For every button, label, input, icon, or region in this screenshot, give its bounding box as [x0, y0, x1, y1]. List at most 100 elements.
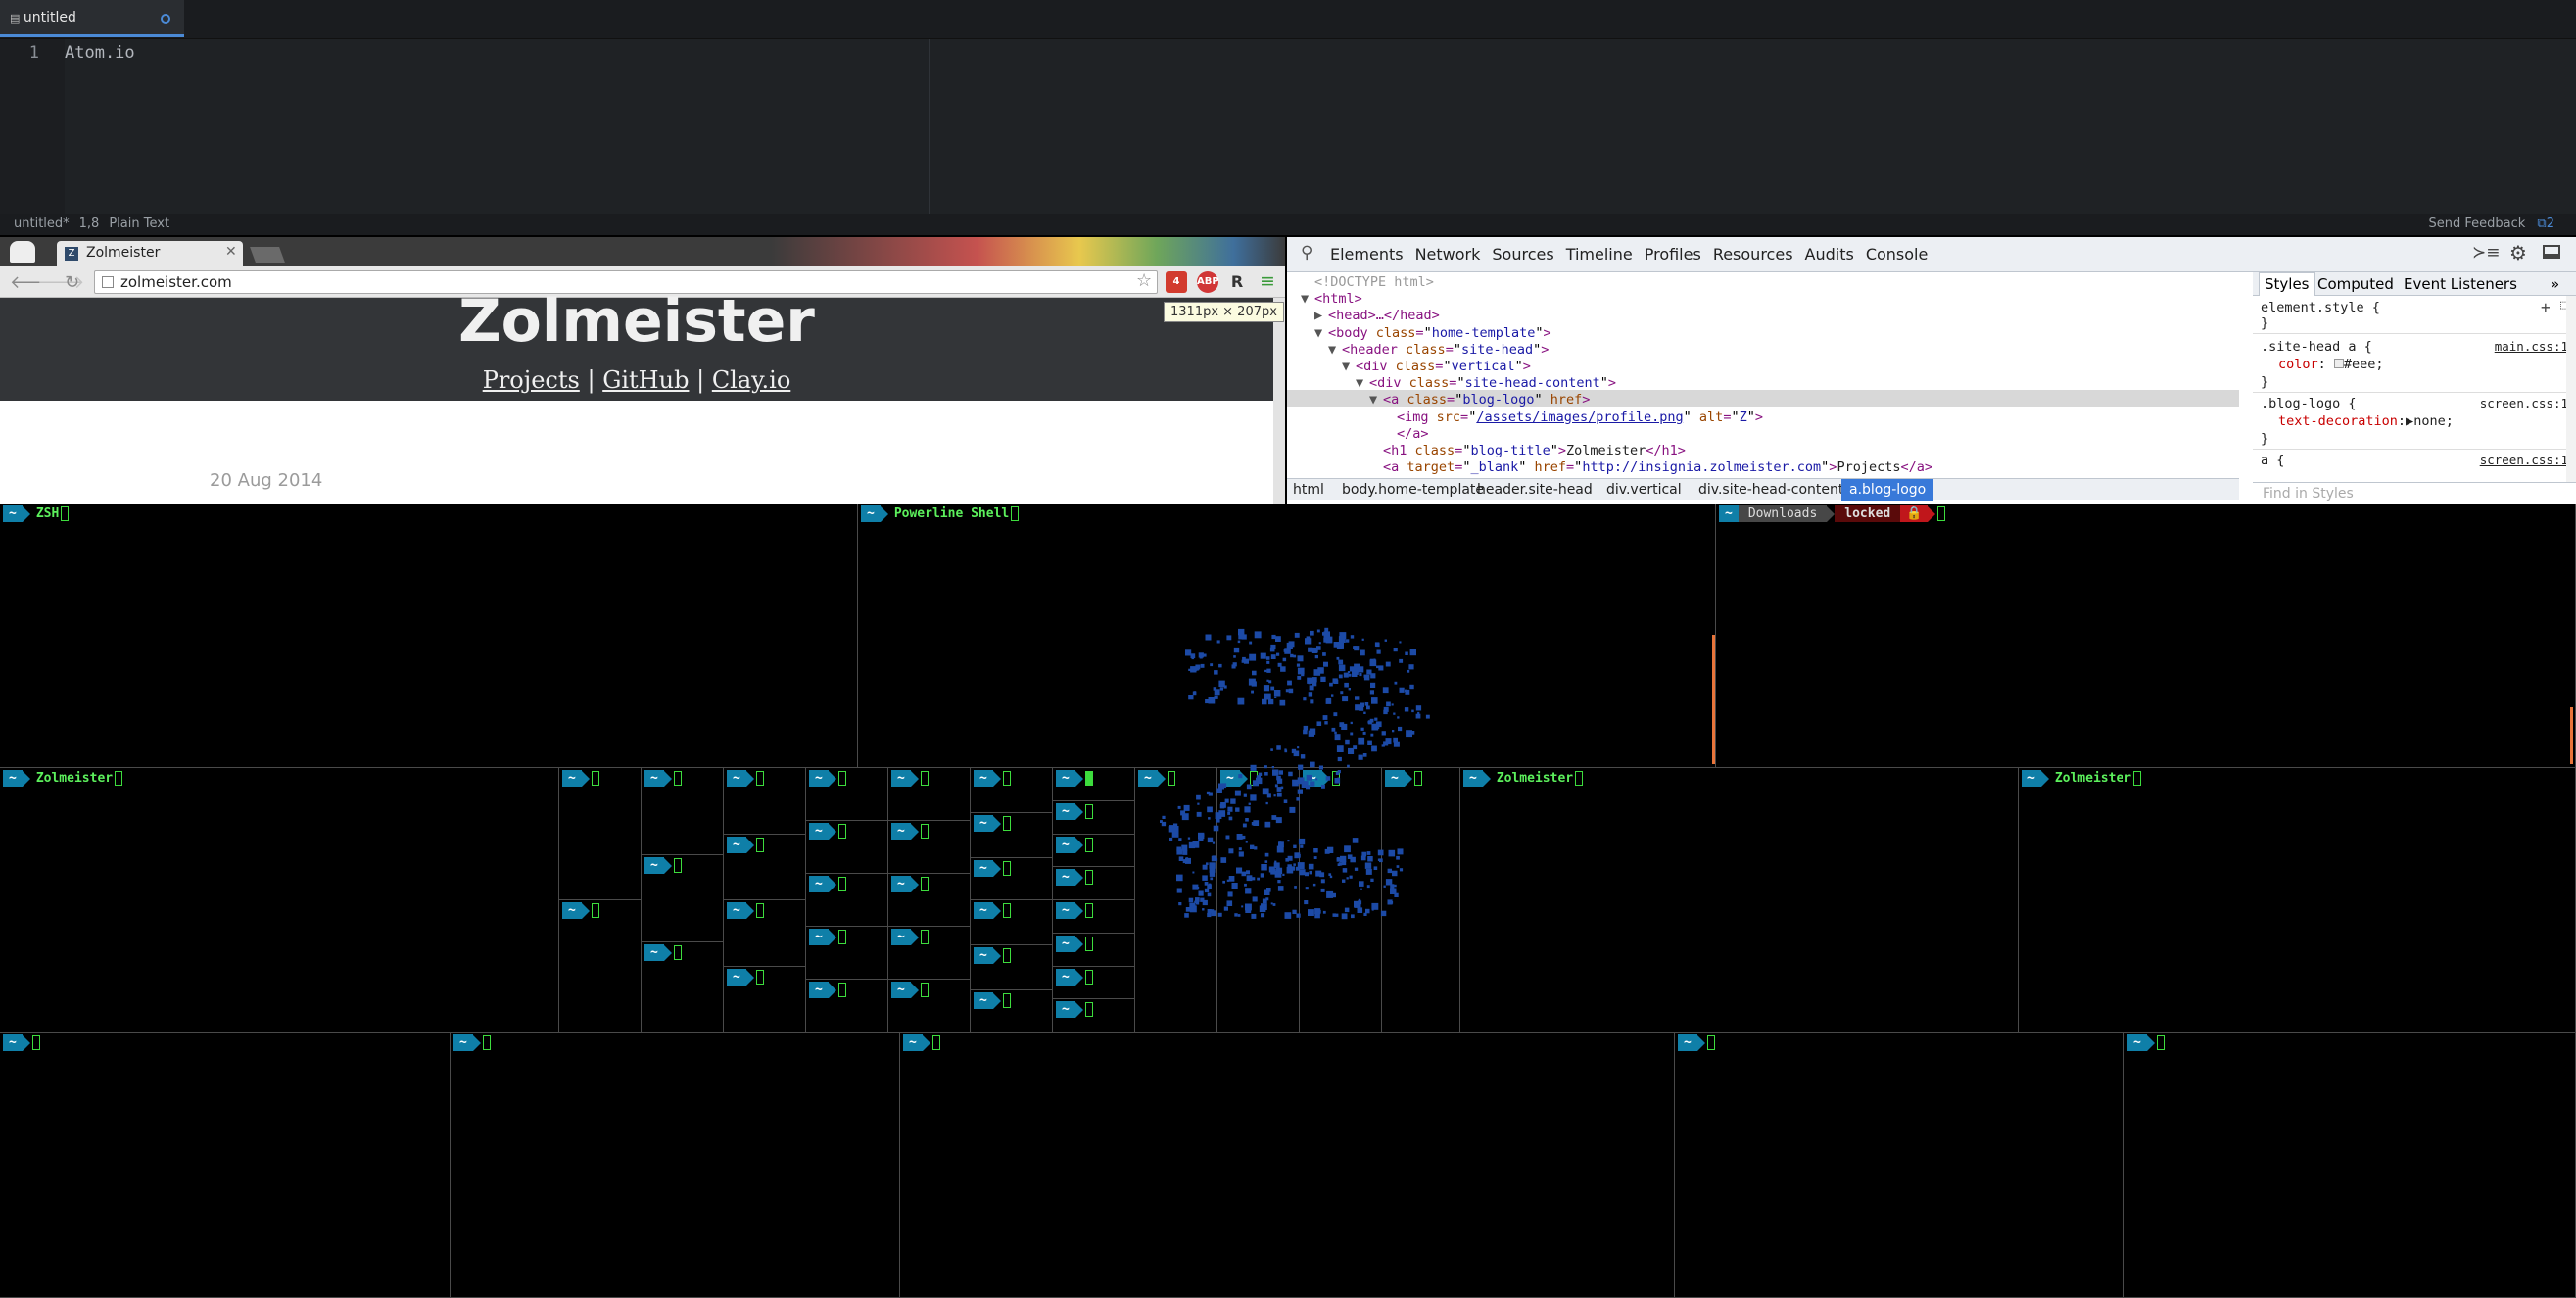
terminal-pane[interactable]: [900, 1033, 1675, 1298]
shell-prompt: ~: [891, 823, 929, 840]
color-swatch-icon[interactable]: [2333, 359, 2344, 368]
terminal-pane[interactable]: [1675, 1033, 2124, 1298]
tab-audits[interactable]: Audits: [1805, 245, 1854, 264]
logo-speck: [1307, 677, 1313, 684]
rule-close: }: [2261, 315, 2269, 331]
tab-profiles[interactable]: Profiles: [1645, 245, 1701, 264]
dom-node-line[interactable]: ▼ <a class="blog-logo" href>: [1369, 392, 1590, 409]
terminal-pane[interactable]: [1460, 768, 2019, 1033]
find-in-styles-input[interactable]: Find in Styles: [2253, 482, 2576, 504]
dom-node-line[interactable]: <!DOCTYPE html>: [1301, 274, 1434, 291]
terminal-pane[interactable]: [0, 1033, 451, 1298]
logo-speck: [1196, 887, 1200, 890]
tab-elements[interactable]: Elements: [1330, 245, 1404, 264]
close-icon[interactable]: ✕: [225, 244, 237, 260]
clay-link[interactable]: Clay.io: [712, 366, 790, 394]
dom-node-line[interactable]: </a>: [1383, 426, 1429, 443]
terminal-pane[interactable]: [2124, 1033, 2576, 1298]
a-selector[interactable]: a {: [2261, 453, 2284, 468]
dom-node-line[interactable]: <a target="_blank" href="http://insignia…: [1369, 459, 1932, 476]
screen-css-link[interactable]: screen.css:1: [2480, 453, 2568, 467]
dom-node-line[interactable]: <img src="/assets/images/profile.png" al…: [1383, 409, 1763, 426]
tab-styles[interactable]: Styles: [2259, 272, 2315, 296]
tab-console[interactable]: Console: [1866, 245, 1929, 264]
status-cursor-pos[interactable]: 1,8: [79, 216, 100, 231]
terminal-pane[interactable]: [559, 900, 642, 1033]
gear-icon[interactable]: ⚙: [2509, 241, 2527, 264]
color-value[interactable]: #eee;: [2344, 357, 2384, 372]
editor-text[interactable]: Atom.io: [65, 43, 135, 63]
dom-node-line[interactable]: ▼ <html>: [1301, 291, 1362, 308]
more-tabs-icon[interactable]: »: [2551, 275, 2559, 293]
breadcrumb-item[interactable]: div.site-head-content: [1698, 482, 1843, 498]
logo-speck: [1380, 910, 1387, 917]
color-property[interactable]: color: [2278, 357, 2318, 372]
profile-avatar-icon[interactable]: [10, 241, 35, 263]
tab-sources[interactable]: Sources: [1492, 245, 1553, 264]
main-css-link[interactable]: main.css:1: [2495, 339, 2568, 354]
send-feedback-link[interactable]: Send Feedback: [2428, 216, 2525, 231]
status-grammar[interactable]: Plain Text: [109, 216, 169, 231]
tab-computed[interactable]: Computed: [2317, 275, 2394, 293]
dom-node-line[interactable]: <h1 class="blog-title">Zolmeister</h1>: [1369, 443, 1686, 459]
tab-event-listeners[interactable]: Event Listeners: [2404, 275, 2517, 293]
dom-node-line[interactable]: ▼ <body class="home-template">: [1314, 325, 1551, 342]
breadcrumb-item[interactable]: a.blog-logo: [1841, 479, 1934, 501]
add-rule-icon[interactable]: +: [2541, 298, 2551, 316]
breadcrumb-item[interactable]: html: [1293, 482, 1324, 498]
terminal-pane[interactable]: [559, 768, 642, 900]
element-style-rule[interactable]: element.style {: [2261, 300, 2380, 315]
console-drawer-icon[interactable]: ≻≡: [2472, 243, 2501, 263]
logo-speck: [1270, 686, 1275, 691]
status-file[interactable]: untitled*: [14, 216, 70, 231]
styles-scrollbar[interactable]: [2566, 296, 2576, 482]
separator-arrow: [828, 876, 836, 892]
home-segment: ~: [2022, 770, 2041, 787]
logo-speck: [1316, 629, 1320, 633]
tab-timeline[interactable]: Timeline: [1566, 245, 1633, 264]
logo-speck: [1277, 886, 1284, 891]
tab-resources[interactable]: Resources: [1713, 245, 1793, 264]
projects-link[interactable]: Projects: [483, 366, 580, 394]
github-link[interactable]: GitHub: [602, 366, 689, 394]
tab-network[interactable]: Network: [1415, 245, 1481, 264]
chrome-tab-zolmeister[interactable]: Z Zolmeister ✕: [57, 241, 243, 266]
update-icon[interactable]: ⧉2: [2537, 216, 2554, 231]
page-scrollbar[interactable]: [1273, 298, 1285, 504]
cursor: [920, 877, 929, 891]
dom-node-line[interactable]: ▼ <div class="site-head-content">: [1356, 375, 1616, 392]
text-decoration-value[interactable]: none;: [2413, 413, 2454, 429]
home-segment: ~: [891, 876, 911, 892]
search-icon[interactable]: ⚲: [1301, 243, 1312, 263]
logo-speck: [1325, 636, 1333, 644]
modified-indicator-icon[interactable]: [161, 14, 170, 24]
dom-node-line[interactable]: ▼ <div class="vertical">: [1342, 359, 1531, 375]
text-decoration-property[interactable]: text-decoration: [2278, 413, 2398, 429]
update-count: 2: [2546, 216, 2554, 231]
logo-speck: [1235, 807, 1240, 812]
pane-resize-indicator[interactable]: [1712, 635, 1715, 764]
dom-node-line[interactable]: ▶ <head>…</head>: [1314, 308, 1440, 324]
blog-logo-selector[interactable]: .blog-logo {: [2261, 396, 2357, 411]
terminal-pane[interactable]: [0, 504, 858, 768]
terminal-pane[interactable]: [0, 768, 559, 1033]
breadcrumb-item[interactable]: body.home-template: [1342, 482, 1484, 498]
terminal-pane[interactable]: [451, 1033, 900, 1298]
atom-tab-untitled[interactable]: ▤ untitled: [0, 0, 184, 37]
new-tab-button[interactable]: [250, 247, 285, 263]
logo-speck: [1244, 806, 1251, 813]
dock-icon[interactable]: [2543, 245, 2560, 259]
screen-css-link[interactable]: screen.css:1: [2480, 396, 2568, 410]
dom-node-line[interactable]: ▼ <header class="site-head">: [1328, 342, 1549, 359]
pane-resize-indicator[interactable]: [2570, 707, 2573, 764]
logo-speck: [1360, 727, 1364, 731]
logo-speck: [1195, 664, 1201, 670]
terminal-pane[interactable]: [2019, 768, 2576, 1033]
logo-speck: [1345, 739, 1350, 745]
breadcrumb-item[interactable]: header.site-head: [1477, 482, 1593, 498]
breadcrumb-item[interactable]: div.vertical: [1606, 482, 1682, 498]
logo-speck: [1271, 634, 1276, 640]
site-head-a-selector[interactable]: .site-head a {: [2261, 339, 2372, 355]
logo-speck: [1322, 652, 1326, 656]
terminal-pane[interactable]: [1716, 504, 2576, 768]
